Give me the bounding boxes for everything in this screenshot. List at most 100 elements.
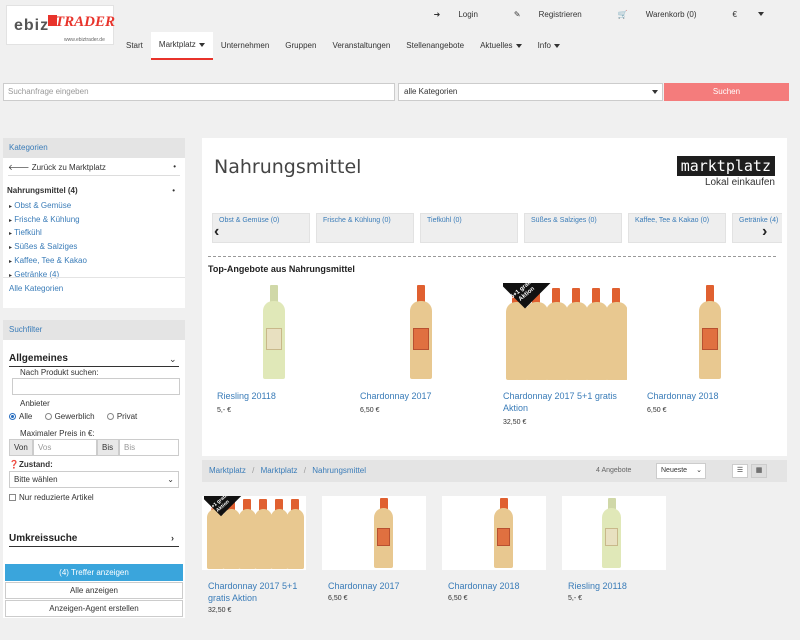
general-heading[interactable]: Allgemeines bbox=[9, 353, 68, 364]
radius-heading[interactable]: Umkreissuche bbox=[9, 533, 77, 544]
nav-gruppen[interactable]: Gruppen bbox=[277, 32, 324, 60]
show-hits-button[interactable]: (4) Treffer anzeigen bbox=[5, 564, 183, 581]
listing-card-3[interactable] bbox=[442, 496, 546, 570]
top-product-4[interactable]: Chardonnay 2018 6,50 € bbox=[647, 283, 777, 414]
nav-marktplatz[interactable]: Marktplatz bbox=[150, 32, 213, 60]
divider bbox=[208, 256, 776, 257]
carousel-item-tiefkuehl[interactable]: Tiefkühl (0) bbox=[420, 213, 518, 243]
condition-label: ❓Zustand: bbox=[9, 460, 53, 469]
cart-link[interactable]: 🛒 Warenkorb (0) bbox=[618, 8, 715, 20]
all-categories-link[interactable]: Alle Kategorien bbox=[9, 284, 63, 293]
product-image[interactable] bbox=[442, 496, 546, 570]
list-view-icon[interactable]: ☰ bbox=[732, 464, 748, 478]
bullet-icon: ▸ bbox=[9, 204, 13, 210]
product-image[interactable]: 5+1 gratis Aktion bbox=[204, 496, 304, 570]
carousel-item-obst[interactable]: Obst & Gemüse (0) bbox=[212, 213, 310, 243]
logo-url: www.ebiztrader.de bbox=[64, 37, 105, 43]
sidebar-item-getraenke[interactable]: ▸ Getränke (4) bbox=[9, 269, 87, 283]
listing-card-2[interactable] bbox=[322, 496, 426, 570]
chevron-right-icon: › bbox=[171, 533, 174, 543]
chevron-down-icon: ⌄ bbox=[696, 467, 702, 474]
product-image[interactable] bbox=[562, 496, 666, 570]
listing-card-4[interactable] bbox=[562, 496, 666, 570]
carousel-item-kaffee[interactable]: Kaffee, Tee & Kakao (0) bbox=[628, 213, 726, 243]
nav-info[interactable]: Info bbox=[530, 32, 568, 60]
carousel-item-getraenke[interactable]: Getränke (4) bbox=[732, 213, 782, 243]
product-title[interactable]: Chardonnay 2017 bbox=[360, 390, 432, 402]
divider bbox=[9, 366, 179, 367]
product-image[interactable]: 5+1 gratis Aktion bbox=[503, 283, 627, 383]
product-title[interactable]: Chardonnay 2017 5+1 gratis Aktion bbox=[503, 390, 618, 414]
breadcrumb-item[interactable]: Marktplatz bbox=[261, 466, 298, 475]
sidebar-item-kaffee[interactable]: ▸ Kaffee, Tee & Kakao bbox=[9, 255, 87, 269]
search-input[interactable]: Suchanfrage eingeben bbox=[3, 83, 395, 101]
grid-view-icon[interactable]: ▦ bbox=[751, 464, 767, 478]
price-from-input[interactable]: Vos bbox=[33, 439, 97, 456]
carousel-item-suesses[interactable]: Süßes & Salziges (0) bbox=[524, 213, 622, 243]
sidebar-item-suesses[interactable]: ▸ Süßes & Salziges bbox=[9, 241, 87, 255]
nav-aktuelles[interactable]: Aktuelles bbox=[472, 32, 529, 60]
top-product-3[interactable]: 5+1 gratis Aktion Chardonnay 2017 5+1 gr… bbox=[503, 283, 633, 426]
product-title[interactable]: Chardonnay 2017 bbox=[328, 580, 428, 592]
search-button[interactable]: Suchen bbox=[664, 83, 789, 101]
reduced-checkbox[interactable]: Nur reduzierte Artikel bbox=[9, 493, 94, 502]
nav-stellenangebote[interactable]: Stellenangebote bbox=[398, 32, 472, 60]
category-select[interactable]: alle Kategorien bbox=[398, 83, 663, 101]
provider-radio-group: Alle Gewerblich Privat bbox=[9, 412, 185, 421]
brand-subtitle: Lokal einkaufen bbox=[704, 177, 775, 188]
product-price: 6,50 € bbox=[647, 407, 667, 414]
back-to-marktplatz[interactable]: 🡐 Zurück zu Marktplatz • bbox=[8, 162, 180, 176]
sidebar-item-frische[interactable]: ▸ Frische & Kühlung bbox=[9, 214, 87, 228]
product-title[interactable]: Chardonnay 2017 5+1 gratis Aktion bbox=[208, 580, 308, 604]
product-image[interactable] bbox=[360, 283, 460, 383]
product-search-label: Nach Produkt suchen: bbox=[20, 368, 99, 377]
listing-card-1[interactable]: 5+1 gratis Aktion bbox=[202, 496, 306, 570]
product-title[interactable]: Riesling 20118 bbox=[568, 580, 668, 592]
show-all-button[interactable]: Alle anzeigen bbox=[5, 582, 183, 599]
radio-gewerblich[interactable]: Gewerblich bbox=[44, 412, 95, 421]
nav-start[interactable]: Start bbox=[118, 32, 151, 60]
sidebar-item-obst[interactable]: ▸ Obst & Gemüse bbox=[9, 200, 87, 214]
sidebar-filter: Suchfilter Allgemeines ⌄ Nach Produkt su… bbox=[3, 320, 185, 618]
filter-heading: Suchfilter bbox=[3, 320, 185, 340]
radio-alle[interactable]: Alle bbox=[9, 412, 32, 421]
create-agent-button[interactable]: Anzeigen-Agent erstellen bbox=[5, 600, 183, 617]
register-link[interactable]: ✎ Registrieren bbox=[514, 8, 600, 20]
top-product-2[interactable]: Chardonnay 2017 6,50 € bbox=[360, 283, 490, 414]
listing-grid: 5+1 gratis Aktion Chardonnay 2017 5+1 gr… bbox=[202, 492, 792, 622]
top-product-1[interactable]: Riesling 20118 5,- € bbox=[217, 283, 347, 414]
product-price: 32,50 € bbox=[503, 419, 527, 426]
condition-select[interactable]: Bitte wählen ⌄ bbox=[9, 471, 179, 488]
product-image[interactable] bbox=[647, 283, 747, 383]
site-logo[interactable]: ebiz TRADER www.ebiztrader.de bbox=[6, 5, 115, 45]
carousel-item-frische[interactable]: Frische & Kühlung (0) bbox=[316, 213, 414, 243]
product-search-input[interactable] bbox=[12, 378, 180, 395]
chevron-down-icon bbox=[652, 90, 658, 94]
sort-select[interactable]: Neueste ⌄ bbox=[656, 463, 706, 479]
carousel-prev-icon[interactable]: ‹ bbox=[214, 223, 219, 241]
price-from-label: Von bbox=[9, 439, 33, 456]
nav-unternehmen[interactable]: Unternehmen bbox=[213, 32, 277, 60]
product-image[interactable] bbox=[322, 496, 426, 570]
bullet-icon: ▸ bbox=[9, 231, 13, 238]
product-title[interactable]: Chardonnay 2018 bbox=[448, 580, 548, 592]
categories-heading: Kategorien bbox=[3, 138, 185, 158]
currency-dropdown[interactable]: € bbox=[733, 8, 782, 20]
product-image[interactable] bbox=[217, 283, 317, 383]
breadcrumb-item[interactable]: Nahrungsmittel bbox=[312, 466, 366, 475]
arrow-left-icon: 🡐 bbox=[8, 163, 30, 172]
breadcrumb-item[interactable]: Marktplatz bbox=[209, 466, 246, 475]
product-title[interactable]: Chardonnay 2018 bbox=[647, 390, 719, 402]
current-category[interactable]: Nahrungsmittel (4) • bbox=[7, 186, 179, 195]
product-price: 6,50 € bbox=[328, 595, 348, 602]
carousel-next-icon[interactable]: › bbox=[762, 223, 767, 241]
radio-privat[interactable]: Privat bbox=[106, 412, 137, 421]
nav-veranstaltungen[interactable]: Veranstaltungen bbox=[324, 32, 398, 60]
sidebar-item-tiefkuehl[interactable]: ▸ Tiefkühl bbox=[9, 227, 87, 241]
price-to-label: Bis bbox=[97, 439, 119, 456]
main-panel: Nahrungsmittel marktplatz Lokal einkaufe… bbox=[202, 138, 787, 456]
chevron-down-icon: ⌄ bbox=[169, 354, 177, 364]
price-to-input[interactable]: Bis bbox=[119, 439, 179, 456]
login-link[interactable]: ➜ Login bbox=[434, 8, 496, 20]
product-title[interactable]: Riesling 20118 bbox=[217, 390, 276, 402]
